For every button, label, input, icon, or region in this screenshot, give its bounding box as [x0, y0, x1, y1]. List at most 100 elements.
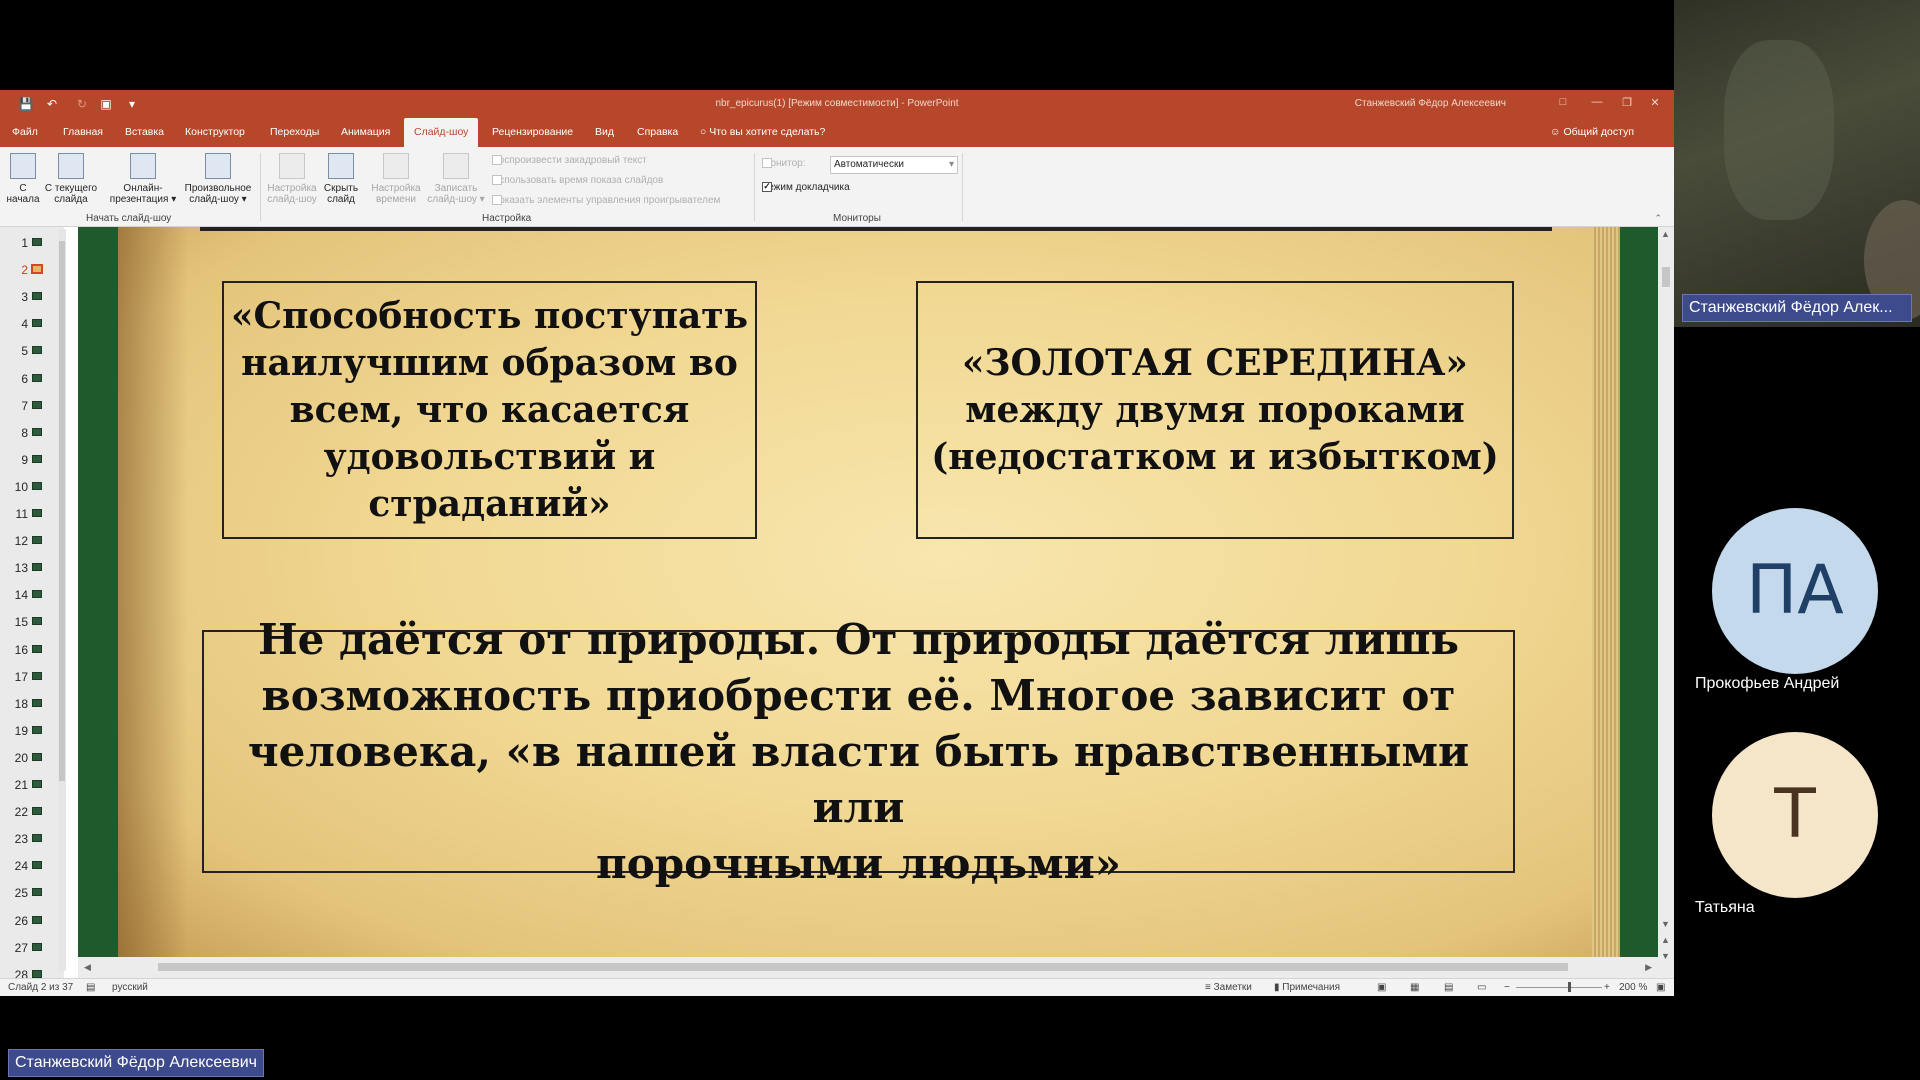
tab-insert[interactable]: Вставка: [125, 118, 164, 147]
zoom-slider[interactable]: [1516, 987, 1602, 988]
slide-thumbnail[interactable]: 18: [0, 690, 64, 717]
slide-thumbnail[interactable]: 17: [0, 663, 64, 690]
online-present-button[interactable]: Онлайн- презентация ▾: [106, 153, 180, 205]
slide-thumbnail[interactable]: 22: [0, 798, 64, 825]
monitor-select[interactable]: Автоматически ▾: [830, 156, 958, 174]
online-present-icon: [130, 153, 156, 179]
tab-home[interactable]: Главная: [63, 118, 103, 147]
rehearse-timings-button[interactable]: Настройка времени: [366, 153, 426, 205]
slide-thumbnail[interactable]: 3: [0, 283, 64, 310]
slide-thumbnail[interactable]: 26: [0, 907, 64, 934]
show-controls-checkbox[interactable]: Показать элементы управления проигрывате…: [492, 195, 720, 206]
record-slideshow-button[interactable]: Записать слайд-шоу ▾: [426, 153, 486, 205]
slide-thumbnail[interactable]: 12: [0, 527, 64, 554]
play-narrations-checkbox[interactable]: Воспроизвести закадровый текст: [492, 155, 647, 166]
slide-thumbnail[interactable]: 24: [0, 852, 64, 879]
collapse-ribbon-icon[interactable]: ⌃: [1654, 213, 1662, 224]
slide-thumbnail[interactable]: 15: [0, 608, 64, 635]
slide-thumbnail-icon: [32, 780, 42, 788]
tab-design[interactable]: Конструктор: [185, 118, 245, 147]
slide-thumbnail[interactable]: 14: [0, 581, 64, 608]
slide-thumbnail[interactable]: 5: [0, 337, 64, 364]
text-box-ability[interactable]: «Способность поступать наилучшим образом…: [222, 281, 757, 539]
setup-slideshow-button[interactable]: Настройка слайд-шоу: [262, 153, 322, 205]
minimize-icon[interactable]: —: [1582, 96, 1612, 108]
text-box-golden-mean[interactable]: «ЗОЛОТАЯ СЕРЕДИНА» между двумя пороками …: [916, 281, 1514, 539]
slide-thumbnail[interactable]: 28: [0, 961, 64, 978]
scroll-thumb[interactable]: [158, 963, 1568, 971]
zoom-slider-thumb[interactable]: [1568, 982, 1571, 992]
normal-view-icon[interactable]: ▣: [1377, 982, 1386, 993]
custom-slideshow-button[interactable]: Произвольное слайд-шоу ▾: [178, 153, 258, 205]
tell-me-search[interactable]: ○ Что вы хотите сделать?: [700, 118, 825, 147]
comments-button[interactable]: ▮ Примечания: [1274, 982, 1340, 993]
slide-thumbnail[interactable]: 25: [0, 879, 64, 906]
tab-help[interactable]: Справка: [637, 118, 678, 147]
text-box-nature[interactable]: Не даётся от природы. От природы даётся …: [202, 615, 1515, 888]
slide-vertical-scrollbar[interactable]: ▲ ▼ ▲ ▼: [1658, 227, 1674, 978]
participant-avatar[interactable]: ПА: [1712, 508, 1878, 674]
tab-transitions[interactable]: Переходы: [270, 118, 319, 147]
slide-thumbnail[interactable]: 7: [0, 392, 64, 419]
slide-canvas[interactable]: «Способность поступать наилучшим образом…: [78, 227, 1663, 957]
tab-animations[interactable]: Анимация: [341, 118, 390, 147]
hide-label-2: слайд: [327, 194, 355, 205]
slide-thumbnail[interactable]: 2: [0, 256, 64, 283]
zoom-level[interactable]: 200 %: [1619, 982, 1647, 993]
scroll-up-icon[interactable]: ▲: [1661, 229, 1670, 239]
slide-thumbnail[interactable]: 6: [0, 365, 64, 392]
slide-thumbnail[interactable]: 10: [0, 473, 64, 500]
slide-thumbnail[interactable]: 27: [0, 934, 64, 961]
scroll-thumb[interactable]: [59, 241, 65, 781]
fit-to-window-icon[interactable]: ▣: [1656, 982, 1665, 993]
slide-thumbnail[interactable]: 8: [0, 419, 64, 446]
ribbon-display-icon[interactable]: □: [1548, 96, 1578, 108]
hide-slide-button[interactable]: Скрыть слайд: [318, 153, 364, 205]
notes-button[interactable]: ≡ Заметки: [1205, 982, 1252, 993]
online-present-label-1: Онлайн-: [123, 183, 163, 194]
slide-thumbnail[interactable]: 13: [0, 554, 64, 581]
checkmark-icon: ✓: [762, 182, 772, 192]
slide-thumbnail[interactable]: 23: [0, 825, 64, 852]
reading-view-icon[interactable]: ▤: [1444, 982, 1453, 993]
account-name[interactable]: Станжевский Фёдор Алексеевич: [1355, 98, 1506, 109]
tab-review[interactable]: Рецензирование: [492, 118, 573, 147]
slide-thumbnail[interactable]: 1: [0, 229, 64, 256]
tab-file[interactable]: Файл: [12, 118, 38, 147]
slide[interactable]: «Способность поступать наилучшим образом…: [118, 227, 1620, 957]
zoom-out-icon[interactable]: −: [1504, 982, 1510, 993]
slide-thumbnail[interactable]: 20: [0, 744, 64, 771]
zoom-in-icon[interactable]: +: [1604, 982, 1610, 993]
slide-thumbnail-icon: [32, 427, 42, 436]
from-beginning-button[interactable]: С начала: [6, 153, 40, 205]
language-indicator[interactable]: русский: [112, 982, 148, 993]
slide-thumbnail[interactable]: 9: [0, 446, 64, 473]
slide-sorter-icon[interactable]: ▦: [1410, 982, 1419, 993]
presenter-view-checkbox[interactable]: ✓ Режим докладчика: [762, 182, 850, 193]
slide-number: 24: [14, 859, 28, 874]
slideshow-view-icon[interactable]: ▭: [1477, 982, 1486, 993]
close-icon[interactable]: ✕: [1640, 96, 1670, 109]
maximize-icon[interactable]: ❐: [1612, 96, 1642, 109]
next-slide-icon[interactable]: ▼: [1661, 951, 1670, 961]
share-button[interactable]: ☺ Общий доступ: [1550, 118, 1634, 147]
tab-slideshow[interactable]: Слайд-шоу: [404, 118, 479, 147]
slide-thumbnail[interactable]: 19: [0, 717, 64, 744]
slide-horizontal-scrollbar[interactable]: ◀ ▶: [78, 957, 1658, 978]
participant-avatar[interactable]: Т: [1712, 732, 1878, 898]
from-current-button[interactable]: С текущего слайда: [40, 153, 102, 205]
scroll-left-icon[interactable]: ◀: [84, 962, 91, 973]
scroll-thumb[interactable]: [1662, 267, 1670, 287]
previous-slide-icon[interactable]: ▲: [1661, 935, 1670, 945]
tab-view[interactable]: Вид: [595, 118, 614, 147]
slide-thumbnail[interactable]: 4: [0, 310, 64, 337]
use-timings-checkbox[interactable]: Использовать время показа слайдов: [492, 175, 663, 186]
scroll-right-icon[interactable]: ▶: [1645, 962, 1652, 973]
spellcheck-icon[interactable]: ▤: [86, 982, 95, 993]
slide-thumbnail[interactable]: 11: [0, 500, 64, 527]
scroll-down-icon[interactable]: ▼: [1661, 919, 1670, 929]
slide-thumbnail[interactable]: 21: [0, 771, 64, 798]
slide-thumbnail[interactable]: 16: [0, 636, 64, 663]
checkbox-icon: [492, 175, 502, 185]
thumbnails-scrollbar[interactable]: [58, 229, 66, 971]
